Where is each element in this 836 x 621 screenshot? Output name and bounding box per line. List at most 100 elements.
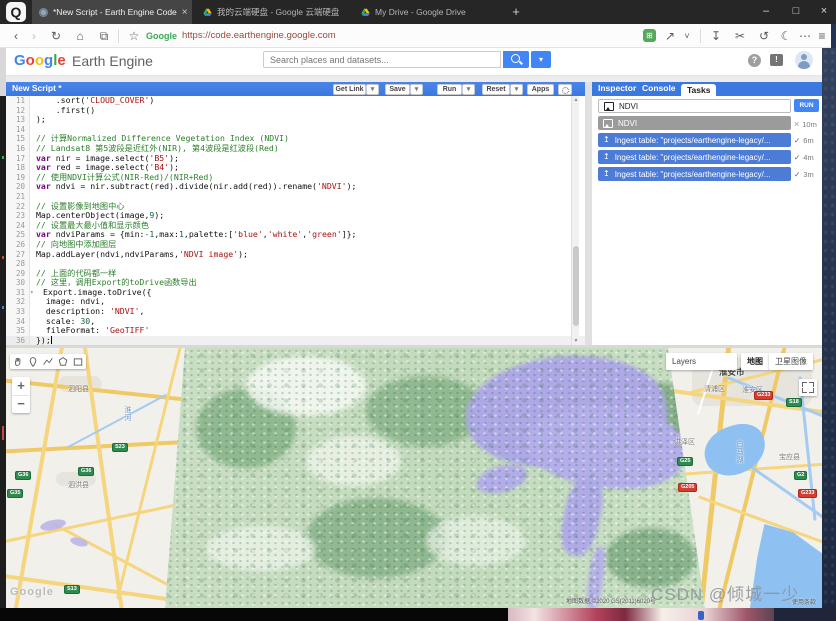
window-minimize-button[interactable]: –	[752, 0, 780, 22]
task-status: ✓ 3m	[794, 170, 820, 179]
back-icon[interactable]: ‹	[8, 24, 24, 48]
task-run-button[interactable]: RUN	[794, 99, 819, 112]
code-line[interactable]: 35 fileFormat: 'GeoTIFF'	[6, 325, 585, 336]
tab-earth-engine[interactable]: *New Script - Earth Engine Code ×	[32, 0, 192, 24]
zoom-in-button[interactable]: +	[12, 377, 30, 396]
line-number: 32	[6, 297, 30, 308]
settings-button[interactable]	[558, 84, 572, 95]
undo-icon[interactable]: ↺	[756, 24, 772, 48]
task-row[interactable]: ↥ Ingest table: "projects/earthengine-le…	[598, 133, 791, 147]
get-link-button[interactable]: Get Link	[333, 84, 366, 95]
line-number: 33	[6, 307, 30, 317]
address-url[interactable]: https://code.earthengine.google.com	[182, 24, 336, 48]
tab-drive-cn[interactable]: 我的云端硬盘 - Google 云端硬盘	[196, 0, 350, 24]
polygon-icon[interactable]	[58, 356, 68, 367]
scissors-icon[interactable]: ✂	[732, 24, 748, 48]
search-button[interactable]	[503, 51, 529, 68]
save-button[interactable]: Save	[385, 84, 410, 95]
task-status: ✓ 4m	[794, 153, 820, 162]
get-link-dropdown[interactable]: ▾	[366, 84, 379, 95]
download-icon[interactable]: ↧	[708, 24, 724, 48]
road-badge: G233	[798, 489, 818, 498]
speck	[2, 156, 4, 159]
site-label: Google	[146, 31, 177, 41]
road-badge: S23	[112, 443, 128, 452]
task-row[interactable]: ↥ Ingest table: "projects/earthengine-le…	[598, 150, 791, 164]
satellite-button[interactable]: 卫星图像	[769, 353, 813, 370]
line-number: 26	[6, 239, 30, 250]
bookmark-star-icon[interactable]: ☆	[126, 24, 142, 48]
search-dropdown-button[interactable]: ▾	[531, 51, 551, 68]
task-row[interactable]: NDVI	[598, 116, 791, 130]
run-button[interactable]: Run	[437, 84, 462, 95]
code-line[interactable]: 36});	[6, 335, 585, 345]
script-title: New Script *	[12, 83, 62, 93]
more-icon[interactable]: ⋯	[798, 24, 812, 48]
task-status[interactable]: × 10m	[794, 119, 820, 129]
tab-drive-en[interactable]: My Drive - Google Drive	[354, 0, 500, 24]
fullscreen-button[interactable]	[799, 379, 817, 396]
night-mode-icon[interactable]: ☾	[778, 24, 794, 48]
window-close-button[interactable]: ×	[810, 0, 836, 22]
scroll-down-icon[interactable]: ▼	[572, 338, 580, 344]
pages-icon[interactable]: ⧉	[96, 24, 112, 48]
browser-logo[interactable]: Q	[6, 2, 26, 22]
feedback-icon[interactable]: !	[770, 54, 783, 66]
map-label: 洪泽区	[674, 439, 695, 446]
help-icon[interactable]: ?	[748, 54, 761, 67]
apps-button[interactable]: Apps	[527, 84, 554, 95]
reset-dropdown[interactable]: ▾	[510, 84, 523, 95]
code-line[interactable]: 13);	[6, 114, 585, 125]
search-input[interactable]	[263, 51, 501, 68]
task-row[interactable]: NDVI	[598, 99, 791, 113]
line-number: 27	[6, 249, 30, 260]
bottom-image-sliver	[508, 608, 774, 621]
tab-tasks[interactable]: Tasks	[681, 83, 717, 96]
panel-splitter[interactable]	[585, 82, 592, 345]
line-number: 17	[6, 153, 30, 164]
tab-inspector[interactable]: Inspector	[598, 83, 636, 93]
map[interactable]: 淮安市 清浦区 淮安区 洪泽区 宝应县 泗阳县 泗洪县 白马湖 淮河 G233 S18 G25 G2 G2…	[6, 348, 822, 608]
map-labels: 淮安市 清浦区 淮安区 洪泽区 宝应县 泗阳县 泗洪县 白马湖 淮河 G233 S18 G25 G2 G2…	[6, 348, 822, 608]
point-marker-icon[interactable]	[28, 356, 38, 367]
tab-console[interactable]: Console	[642, 83, 676, 93]
tab-close-icon[interactable]: ×	[182, 7, 188, 18]
polyline-icon[interactable]	[43, 357, 53, 367]
geometry-toolbar[interactable]	[10, 354, 86, 369]
home-icon[interactable]: ⌂	[72, 24, 88, 48]
save-dropdown[interactable]: ▾	[410, 84, 423, 95]
code-editor[interactable]: 11 .sort('CLOUD_COVER') 12 .first() 13); 14…	[6, 96, 585, 345]
code-line[interactable]: 20 var ndvi = nir.subtract(red).divide(ni…	[6, 182, 585, 192]
code-line[interactable]: 27 Map.addLayer(ndvi,ndviParams,'NDVI ima…	[6, 249, 585, 260]
share-icon[interactable]: ↗	[663, 24, 677, 48]
zoom-out-button[interactable]: −	[12, 395, 30, 413]
avatar[interactable]	[795, 51, 813, 69]
scroll-up-icon[interactable]: ▲	[572, 97, 580, 103]
code-line[interactable]: 12 .first()	[6, 105, 585, 116]
fullscreen-icon	[809, 382, 814, 387]
cancel-icon[interactable]: ×	[794, 119, 799, 129]
run-dropdown[interactable]: ▾	[462, 84, 475, 95]
layers-button[interactable]: Layers	[666, 353, 737, 370]
task-label: NDVI	[618, 118, 638, 128]
reset-button[interactable]: Reset	[482, 84, 510, 95]
forward-icon[interactable]: ›	[26, 24, 42, 48]
task-row[interactable]: ↥ Ingest table: "projects/earthengine-le…	[598, 167, 791, 181]
image-task-icon	[604, 101, 614, 111]
refresh-icon[interactable]: ↻	[48, 24, 64, 48]
scrollbar-thumb[interactable]	[573, 246, 579, 326]
new-tab-button[interactable]: +	[506, 3, 526, 21]
line-number: 21	[6, 191, 30, 202]
extension-icon[interactable]: ⊞	[643, 29, 656, 42]
code-text: var ndvi = nir.subtract(red).divide(nir.…	[36, 181, 357, 192]
chevron-down-icon[interactable]: ˅	[681, 24, 693, 48]
window-maximize-button[interactable]: □	[782, 0, 810, 22]
line-number: 28	[6, 259, 30, 269]
pan-hand-icon[interactable]	[13, 357, 23, 367]
menu-icon[interactable]: ≡	[814, 24, 830, 48]
map-mode-button[interactable]: 地图	[741, 353, 769, 370]
zoom-control[interactable]: + −	[12, 377, 30, 413]
code-scrollbar[interactable]: ▲ ▼	[571, 96, 579, 345]
rectangle-icon[interactable]	[73, 357, 83, 367]
line-number: 29	[6, 268, 30, 279]
